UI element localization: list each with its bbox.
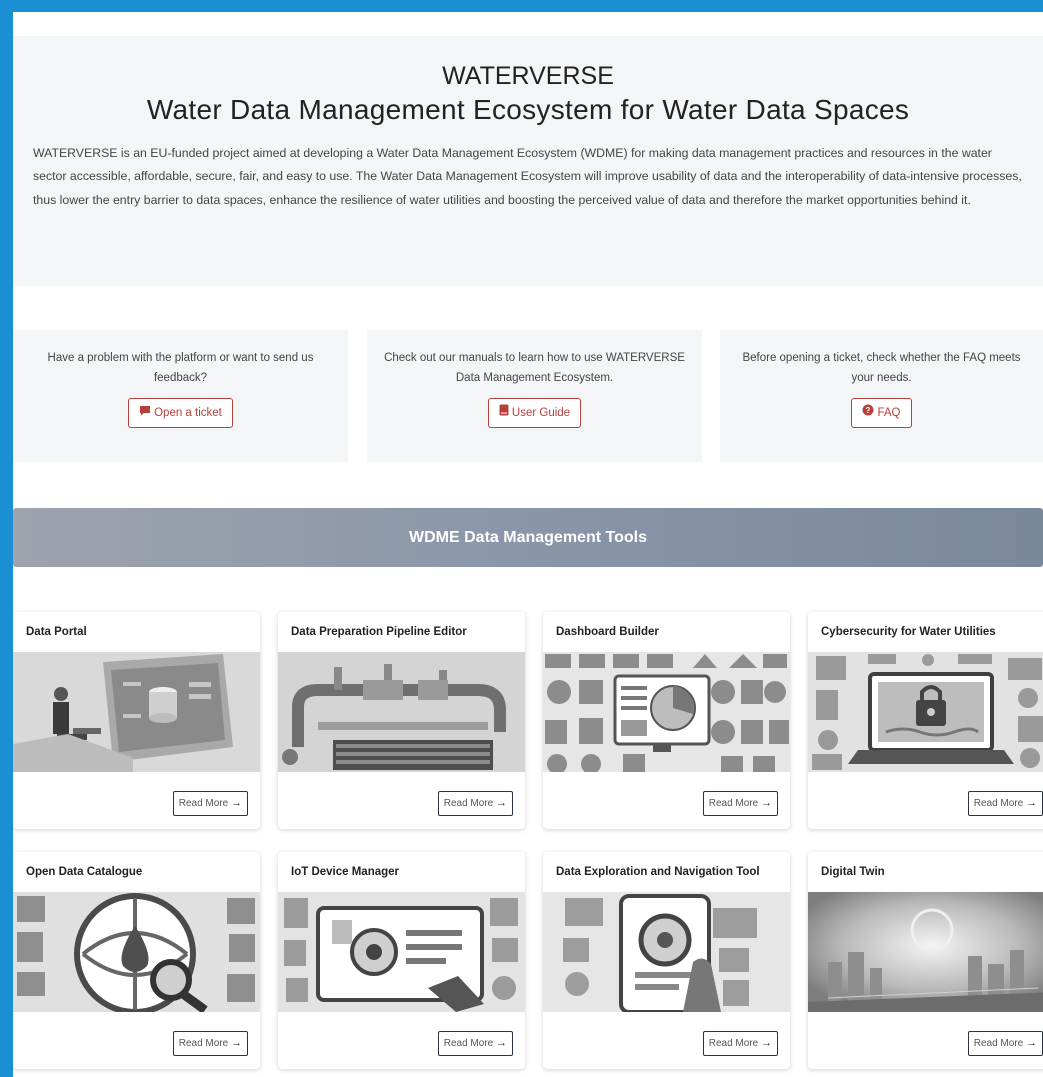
page-subtitle: Water Data Management Ecosystem for Wate… (146, 94, 910, 125)
read-more-label: Read More (178, 1038, 229, 1049)
tool-card-cybersecurity[interactable]: Cybersecurity for Water Utilities Read M… (808, 612, 1043, 829)
project-description: WATERVERSE is an EU-funded project aimed… (33, 146, 1022, 207)
read-more-label: Read More (973, 1038, 1024, 1049)
arrow-right-icon: → (761, 1037, 772, 1049)
faq-button[interactable]: ? FAQ (851, 398, 912, 428)
read-more-button[interactable]: Read More → (702, 791, 778, 816)
tool-title: Cybersecurity for Water Utilities (821, 626, 996, 638)
tool-card-open-data-catalogue[interactable]: Open Data Catalogue Read More → (13, 852, 260, 1069)
tool-title: Data Exploration and Navigation Tool (556, 866, 760, 878)
read-more-button[interactable]: Read More → (437, 791, 513, 816)
question-circle-icon: ? (862, 399, 874, 427)
read-more-label: Read More (178, 798, 229, 809)
tool-title: Digital Twin (821, 866, 885, 878)
tool-card-pipeline-editor[interactable]: Data Preparation Pipeline Editor Read Mo… (278, 612, 525, 829)
read-more-button[interactable]: Read More → (172, 791, 248, 816)
comment-icon (139, 399, 151, 427)
hero-section: WATERVERSE Water Data Management Ecosyst… (13, 36, 1043, 286)
faq-label: FAQ (877, 407, 901, 420)
tool-card-dashboard-builder[interactable]: Dashboard Builder Read More → (543, 612, 790, 829)
arrow-right-icon: → (496, 797, 507, 809)
user-guide-card: Check out our manuals to learn how to us… (367, 330, 702, 462)
read-more-button[interactable]: Read More → (967, 791, 1043, 816)
tool-title: IoT Device Manager (291, 866, 400, 878)
read-more-label: Read More (973, 798, 1024, 809)
tool-title: Dashboard Builder (556, 626, 659, 638)
arrow-right-icon: → (1026, 1037, 1037, 1049)
arrow-right-icon: → (231, 797, 242, 809)
arrow-right-icon: → (761, 797, 772, 809)
iot-device-manager-image (278, 892, 525, 1012)
arrow-right-icon: → (231, 1037, 242, 1049)
arrow-right-icon: → (496, 1037, 507, 1049)
user-guide-text: Check out our manuals to learn how to us… (384, 352, 685, 384)
digital-twin-image (808, 892, 1043, 1012)
open-ticket-button[interactable]: Open a ticket (128, 398, 233, 428)
dashboard-builder-image (543, 652, 790, 772)
tool-card-digital-twin[interactable]: Digital Twin Read More → (808, 852, 1043, 1069)
data-exploration-image (543, 892, 790, 1012)
read-more-button[interactable]: Read More → (437, 1031, 513, 1056)
read-more-label: Read More (708, 798, 759, 809)
user-guide-button[interactable]: User Guide (487, 398, 582, 428)
support-card: Have a problem with the platform or want… (13, 330, 348, 462)
faq-text: Before opening a ticket, check whether t… (742, 352, 1021, 384)
tool-card-iot-device-manager[interactable]: IoT Device Manager Read More → (278, 852, 525, 1069)
read-more-label: Read More (443, 1038, 494, 1049)
open-data-catalogue-image (13, 892, 260, 1012)
tool-title: Data Preparation Pipeline Editor (291, 626, 467, 638)
read-more-label: Read More (443, 798, 494, 809)
open-ticket-label: Open a ticket (154, 407, 222, 420)
tool-title: Open Data Catalogue (26, 866, 143, 878)
pipeline-editor-image (278, 652, 525, 772)
read-more-button[interactable]: Read More → (172, 1031, 248, 1056)
tool-card-data-exploration[interactable]: Data Exploration and Navigation Tool Rea… (543, 852, 790, 1069)
book-icon (499, 399, 509, 427)
read-more-button[interactable]: Read More → (967, 1031, 1043, 1056)
cybersecurity-image (808, 652, 1043, 772)
help-section: Have a problem with the platform or want… (13, 330, 1043, 462)
read-more-button[interactable]: Read More → (702, 1031, 778, 1056)
data-portal-image (13, 652, 260, 772)
main-page: WATERVERSE Water Data Management Ecosyst… (13, 12, 1043, 1077)
svg-text:?: ? (866, 406, 871, 415)
faq-card: Before opening a ticket, check whether t… (720, 330, 1043, 462)
user-guide-label: User Guide (511, 407, 571, 420)
tool-card-data-portal[interactable]: Data Portal Read More → (13, 612, 260, 829)
arrow-right-icon: → (1026, 797, 1037, 809)
read-more-label: Read More (708, 1038, 759, 1049)
tool-title: Data Portal (26, 626, 87, 638)
tools-banner: WDME Data Management Tools (13, 508, 1043, 567)
page-title: WATERVERSE (442, 62, 614, 90)
support-text: Have a problem with the platform or want… (47, 352, 314, 384)
